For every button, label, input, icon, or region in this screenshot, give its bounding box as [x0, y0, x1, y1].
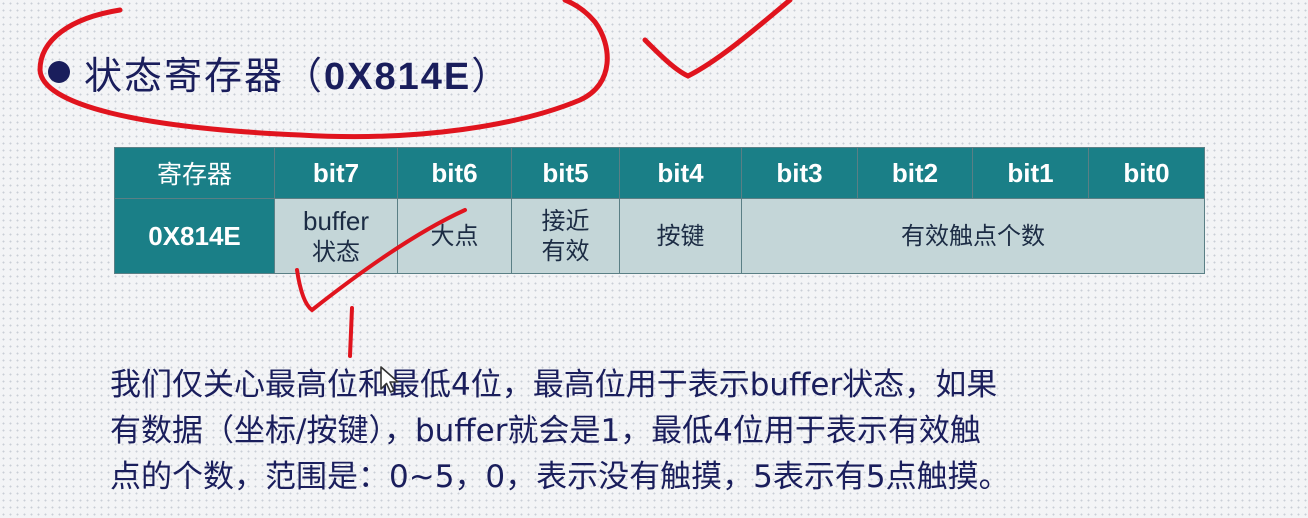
- heading-close: ）: [471, 53, 512, 98]
- cell-bit5: 接近 有效: [511, 198, 620, 274]
- heading-label: 状态寄存器（: [84, 53, 325, 98]
- mouse-cursor-icon: [380, 366, 399, 393]
- slide: 状态寄存器（0X814E） 寄存器 bit7 bit6 bit5 bit4 bi…: [0, 0, 1308, 518]
- cell-bit5-line1: 接近: [541, 207, 590, 235]
- cell-bit7-line2: 状态: [312, 238, 360, 267]
- bullet-icon: [48, 61, 70, 83]
- table-row: 0X814E buffer 状态 大点 接近 有效 按键 有效触点个数: [114, 198, 1205, 274]
- table-header-row: 寄存器 bit7 bit6 bit5 bit4 bit3 bit2 bit1 b…: [114, 147, 1205, 199]
- cell-register-address: 0X814E: [114, 198, 275, 274]
- header-bit6: bit6: [397, 147, 512, 199]
- slide-heading: 状态寄存器（0X814E）: [48, 42, 511, 102]
- description-line-1: 我们仅关心最高位和最低4位，最高位用于表示buffer状态，如果: [110, 367, 998, 403]
- header-bit7: bit7: [274, 147, 398, 199]
- header-bit0: bit0: [1088, 147, 1205, 199]
- header-bit2: bit2: [857, 147, 973, 199]
- cell-bit7: buffer 状态: [274, 198, 398, 274]
- cell-bit6: 大点: [397, 198, 512, 274]
- cell-bit7-line1: buffer: [302, 205, 369, 236]
- cell-bit4: 按键: [619, 198, 742, 274]
- description-text: 我们仅关心最高位和最低4位，最高位用于表示buffer状态，如果 有数据（坐标/…: [110, 362, 1240, 500]
- vertical-stroke-annotation: [348, 306, 354, 358]
- header-bit1: bit1: [972, 147, 1089, 199]
- cell-bit3-0: 有效触点个数: [741, 198, 1205, 274]
- heading-title: 状态寄存器（0X814E）: [84, 45, 511, 100]
- cell-bit5-line2: 有效: [541, 237, 590, 265]
- header-register: 寄存器: [114, 147, 275, 199]
- header-bit4: bit4: [619, 147, 742, 199]
- description-line-2: 有数据（坐标/按键），buffer就会是1，最低4位用于表示有效触: [110, 413, 981, 449]
- header-bit5: bit5: [511, 147, 620, 199]
- heading-register-code: 0X814E: [324, 55, 472, 98]
- description-line-3: 点的个数，范围是：0~5，0，表示没有触摸，5表示有5点触摸。: [110, 459, 1010, 495]
- check-mark-annotation: [642, 0, 793, 79]
- header-bit3: bit3: [741, 147, 858, 199]
- register-table: 寄存器 bit7 bit6 bit5 bit4 bit3 bit2 bit1 b…: [114, 147, 1205, 274]
